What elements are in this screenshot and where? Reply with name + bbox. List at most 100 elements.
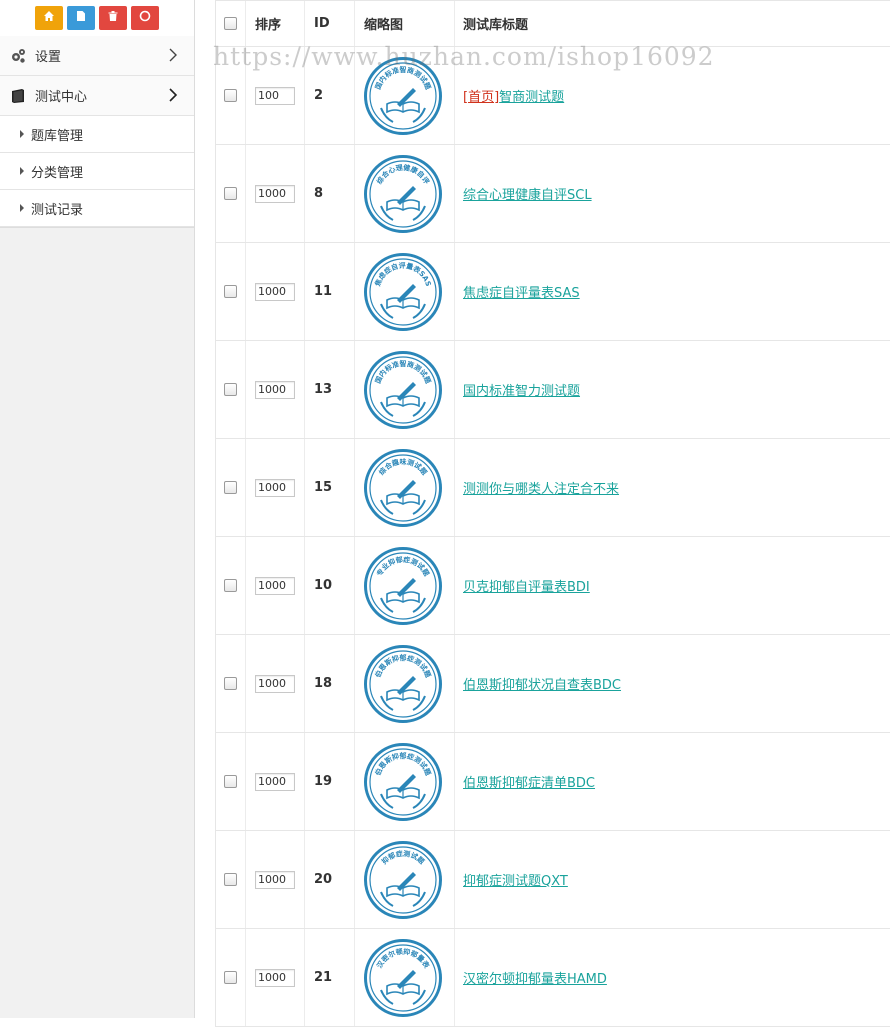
badge-text: 综合心理健康自评	[375, 162, 431, 185]
book-icon	[8, 87, 28, 105]
svg-text:专业抑郁症测试题: 专业抑郁症测试题	[375, 554, 432, 578]
thumbnail-badge-image: 焦虑症自评量表SAS	[364, 252, 442, 331]
row-id: 13	[314, 382, 333, 397]
row-id: 19	[314, 774, 333, 789]
thumbnail-cell: 综合心理健康自评	[355, 145, 455, 242]
column-header-title: 测试库标题	[463, 18, 529, 33]
svg-text:伯恩斯抑郁症测试题: 伯恩斯抑郁症测试题	[373, 653, 434, 680]
title-cell: 伯恩斯抑郁状况自查表BDC	[455, 635, 890, 732]
svg-text:国内标准智商测试题: 国内标准智商测试题	[373, 65, 433, 92]
badge-icon: 综合趣味测试题	[369, 453, 437, 522]
sort-order-input[interactable]	[255, 870, 295, 889]
sidebar-item-question-bank[interactable]: 题库管理	[0, 116, 194, 153]
sort-cell	[246, 439, 305, 536]
row-checkbox[interactable]	[216, 341, 246, 438]
test-title-link[interactable]: 综合心理健康自评SCL	[463, 184, 592, 203]
test-title-link[interactable]: 汉密尔顿抑郁量表HAMD	[463, 968, 607, 987]
sidebar-item-label: 设置	[35, 50, 62, 65]
sidebar-item-test-center[interactable]: 测试中心	[0, 76, 194, 116]
recycle-button[interactable]	[131, 6, 159, 30]
id-cell: 8	[305, 145, 355, 242]
badge-icon: 国内标准智商测试题	[369, 355, 437, 424]
gears-icon	[8, 47, 28, 65]
delete-button[interactable]	[99, 6, 127, 30]
badge-icon: 伯恩斯抑郁症测试题	[369, 747, 437, 816]
title-cell: 伯恩斯抑郁症清单BDC	[455, 733, 890, 830]
sort-order-input[interactable]	[255, 86, 295, 105]
sort-order-input[interactable]	[255, 478, 295, 497]
id-cell: 13	[305, 341, 355, 438]
sort-cell	[246, 145, 305, 242]
sidebar-background	[0, 227, 194, 1018]
sort-order-input[interactable]	[255, 968, 295, 987]
thumbnail-badge-image: 专业抑郁症测试题	[364, 546, 442, 625]
sort-order-input[interactable]	[255, 184, 295, 203]
sidebar-subitem-label: 测试记录	[31, 202, 84, 218]
title-cell: 抑郁症测试题QXT	[455, 831, 890, 928]
file-button[interactable]	[67, 6, 95, 30]
row-checkbox[interactable]	[216, 145, 246, 242]
id-cell: 20	[305, 831, 355, 928]
table-row: 11 焦虑症自评量表SAS 焦虑症自评量表SAS	[215, 243, 890, 341]
id-cell: 11	[305, 243, 355, 340]
column-header-thumbnail: 缩略图	[355, 1, 455, 46]
thumbnail-badge-image: 伯恩斯抑郁症测试题	[364, 742, 442, 821]
row-checkbox[interactable]	[216, 537, 246, 634]
table-row: 18 伯恩斯抑郁症测试题 伯恩斯抑郁状况自查表BDC	[215, 635, 890, 733]
sort-order-input[interactable]	[255, 772, 295, 791]
select-all-checkbox[interactable]	[216, 1, 246, 46]
thumbnail-badge-image: 综合心理健康自评	[364, 154, 442, 233]
thumbnail-badge-image: 国内标准智商测试题	[364, 56, 442, 135]
svg-text:国内标准智商测试题: 国内标准智商测试题	[373, 359, 433, 386]
badge-icon: 焦虑症自评量表SAS	[369, 257, 437, 326]
table-row: 19 伯恩斯抑郁症测试题 伯恩斯抑郁症清单BDC	[215, 733, 890, 831]
thumbnail-badge-image: 汉密尔顿抑郁量表	[364, 938, 442, 1017]
row-checkbox[interactable]	[216, 243, 246, 340]
id-cell: 19	[305, 733, 355, 830]
homepage-tag[interactable]: [首页]	[463, 86, 499, 105]
home-button[interactable]	[35, 6, 63, 30]
sort-order-input[interactable]	[255, 576, 295, 595]
test-title-link[interactable]: 测测你与哪类人注定合不来	[463, 478, 619, 497]
table-body: 2 国内标准智商测试题 [首页] 智商测试题	[215, 47, 890, 1027]
row-checkbox[interactable]	[216, 733, 246, 830]
test-title-link[interactable]: 伯恩斯抑郁状况自查表BDC	[463, 674, 621, 693]
sidebar-subitem-label: 分类管理	[31, 165, 84, 181]
row-checkbox[interactable]	[216, 47, 246, 144]
id-cell: 18	[305, 635, 355, 732]
badge-icon: 抑郁症测试题	[369, 845, 437, 914]
row-checkbox[interactable]	[216, 439, 246, 536]
test-title-link[interactable]: 抑郁症测试题QXT	[463, 870, 568, 889]
test-title-link[interactable]: 贝克抑郁自评量表BDI	[463, 576, 590, 595]
sidebar-item-label: 测试中心	[35, 90, 88, 105]
row-id: 2	[314, 88, 324, 103]
sidebar-item-test-records[interactable]: 测试记录	[0, 190, 194, 227]
test-title-link[interactable]: 伯恩斯抑郁症清单BDC	[463, 772, 595, 791]
badge-icon: 汉密尔顿抑郁量表	[369, 943, 437, 1012]
test-title-link[interactable]: 智商测试题	[499, 86, 564, 105]
row-checkbox[interactable]	[216, 929, 246, 1026]
sort-order-input[interactable]	[255, 380, 295, 399]
test-title-link[interactable]: 焦虑症自评量表SAS	[463, 282, 580, 301]
row-checkbox[interactable]	[216, 831, 246, 928]
badge-text: 汉密尔顿抑郁量表	[375, 946, 432, 970]
sidebar-item-settings[interactable]: 设置	[0, 36, 194, 76]
test-title-link[interactable]: 国内标准智力测试题	[463, 380, 580, 399]
sort-order-input[interactable]	[255, 674, 295, 693]
table-row: 15 综合趣味测试题 测测你与哪类人注定合不来	[215, 439, 890, 537]
sidebar-subitem-label: 题库管理	[31, 128, 84, 144]
title-cell: 焦虑症自评量表SAS	[455, 243, 890, 340]
row-checkbox[interactable]	[216, 635, 246, 732]
title-cell: 国内标准智力测试题	[455, 341, 890, 438]
chevron-right-icon	[168, 88, 178, 102]
row-id: 10	[314, 578, 333, 593]
sort-order-input[interactable]	[255, 282, 295, 301]
badge-icon: 专业抑郁症测试题	[369, 551, 437, 620]
sort-cell	[246, 537, 305, 634]
table-row: 8 综合心理健康自评 综合心理健康自评SCL	[215, 145, 890, 243]
caret-right-icon	[20, 204, 24, 212]
sort-cell	[246, 733, 305, 830]
badge-text: 专业抑郁症测试题	[375, 554, 432, 578]
sidebar-item-category[interactable]: 分类管理	[0, 153, 194, 190]
sort-cell	[246, 341, 305, 438]
